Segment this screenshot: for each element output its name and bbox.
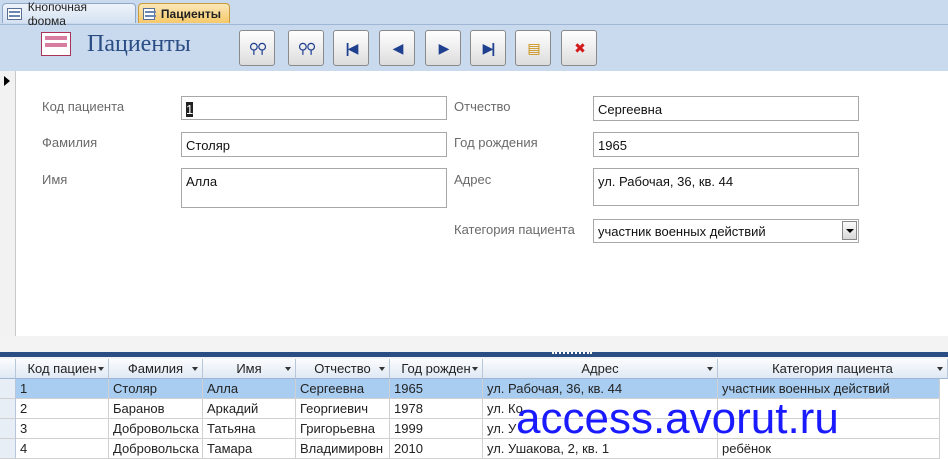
patient-id-field[interactable]: 1	[181, 96, 447, 120]
first-name-field[interactable]: Алла	[181, 168, 447, 208]
find-button[interactable]: ⚲⚲	[239, 30, 275, 66]
next-record-icon: ▶	[438, 39, 450, 56]
form-icon	[7, 7, 22, 20]
table-cell[interactable]: 2	[16, 399, 109, 419]
tab-switchboard[interactable]: Кнопочная форма	[2, 0, 136, 28]
column-header[interactable]: Год рожден	[390, 359, 483, 379]
last-name-label: Фамилия	[42, 135, 98, 150]
table-cell[interactable]: 4	[16, 439, 109, 459]
tab-label: Кнопочная форма	[27, 0, 88, 28]
column-header[interactable]: Имя	[203, 359, 296, 379]
delete-record-icon: ✖	[574, 39, 586, 56]
binoculars-next-icon: ⚲⚲	[297, 39, 316, 56]
table-cell[interactable]: Аркадий	[203, 399, 296, 419]
table-cell[interactable]: Георгиевич	[296, 399, 390, 419]
first-name-label: Имя	[42, 172, 68, 187]
table-cell[interactable]: Григорьевна	[296, 419, 390, 439]
header-row: Код пациен Фамилия Имя Отчество Год рожд…	[0, 359, 948, 379]
document-tab-bar: Кнопочная форма Пациенты	[0, 0, 948, 28]
patient-id-value: 1	[186, 102, 194, 117]
address-label: Адрес	[454, 172, 492, 187]
new-record-icon: ▤	[527, 39, 540, 56]
form-title: Пациенты	[87, 31, 191, 57]
table-cell[interactable]: Сергеевна	[296, 379, 390, 399]
first-record-icon: |◀	[345, 39, 359, 56]
column-header[interactable]: Адрес	[483, 359, 718, 379]
table-cell[interactable]: Добровольска	[109, 419, 203, 439]
column-header[interactable]: Фамилия	[109, 359, 203, 379]
table-cell[interactable]: 1978	[390, 399, 483, 419]
last-record-button[interactable]: ▶|	[470, 30, 506, 66]
site-watermark: access.avorut.ru	[516, 394, 839, 443]
table-cell[interactable]: Добровольска	[109, 439, 203, 459]
address-field[interactable]: ул. Рабочая, 36, кв. 44	[593, 168, 859, 206]
split-form-divider[interactable]	[0, 336, 948, 359]
form-icon	[143, 7, 156, 20]
row-selector[interactable]	[0, 439, 16, 459]
splitter-grip-icon[interactable]	[552, 352, 592, 358]
column-header[interactable]: Код пациен	[16, 359, 109, 379]
record-selector[interactable]	[0, 71, 16, 336]
row-selector[interactable]	[0, 419, 16, 439]
chevron-down-icon[interactable]	[842, 221, 857, 240]
binoculars-icon: ⚲⚲	[248, 39, 267, 56]
table-cell[interactable]: 1965	[390, 379, 483, 399]
table-cell[interactable]: Владимировн	[296, 439, 390, 459]
form-logo-icon	[41, 32, 71, 56]
tab-label: Пациенты	[160, 6, 221, 21]
patronymic-label: Отчество	[454, 99, 511, 114]
table-cell[interactable]: 1	[16, 379, 109, 399]
category-combobox[interactable]: участник военных действий	[593, 219, 859, 243]
category-label: Категория пациента	[454, 222, 575, 237]
form-detail-section: Код пациента 1 Фамилия Столяр Имя Алла О…	[16, 71, 948, 336]
patient-id-label: Код пациента	[42, 99, 125, 114]
table-cell[interactable]: Алла	[203, 379, 296, 399]
table-cell[interactable]: 1999	[390, 419, 483, 439]
row-selector[interactable]	[0, 399, 16, 419]
category-value: участник военных действий	[598, 224, 766, 239]
find-next-button[interactable]: ⚲⚲	[288, 30, 324, 66]
row-selector[interactable]	[0, 379, 16, 399]
tab-patients[interactable]: Пациенты	[138, 3, 230, 23]
previous-record-button[interactable]: ◀	[379, 30, 415, 66]
patronymic-field[interactable]: Сергеевна	[593, 96, 859, 121]
previous-record-icon: ◀	[392, 39, 404, 56]
delete-record-button[interactable]: ✖	[561, 30, 597, 66]
select-all-cell[interactable]	[0, 359, 16, 379]
table-cell[interactable]: Татьяна	[203, 419, 296, 439]
birth-year-field[interactable]: 1965	[593, 132, 859, 157]
last-record-icon: ▶|	[482, 39, 496, 56]
birth-year-label: Год рождения	[454, 135, 538, 150]
current-record-arrow-icon	[4, 76, 10, 86]
table-cell[interactable]: Тамара	[203, 439, 296, 459]
splitter-bar	[0, 352, 948, 357]
table-cell[interactable]: Столяр	[109, 379, 203, 399]
next-record-button[interactable]: ▶	[425, 30, 461, 66]
table-cell[interactable]: 3	[16, 419, 109, 439]
last-name-field[interactable]: Столяр	[181, 132, 447, 157]
table-cell[interactable]: 2010	[390, 439, 483, 459]
column-header[interactable]: Отчество	[296, 359, 390, 379]
column-header[interactable]: Категория пациента	[718, 359, 948, 379]
first-record-button[interactable]: |◀	[333, 30, 369, 66]
add-record-button[interactable]: ▤	[515, 30, 551, 66]
table-cell[interactable]: Баранов	[109, 399, 203, 419]
form-header: Пациенты ⚲⚲ ⚲⚲ |◀ ◀ ▶ ▶| ▤ ✖	[0, 25, 948, 71]
